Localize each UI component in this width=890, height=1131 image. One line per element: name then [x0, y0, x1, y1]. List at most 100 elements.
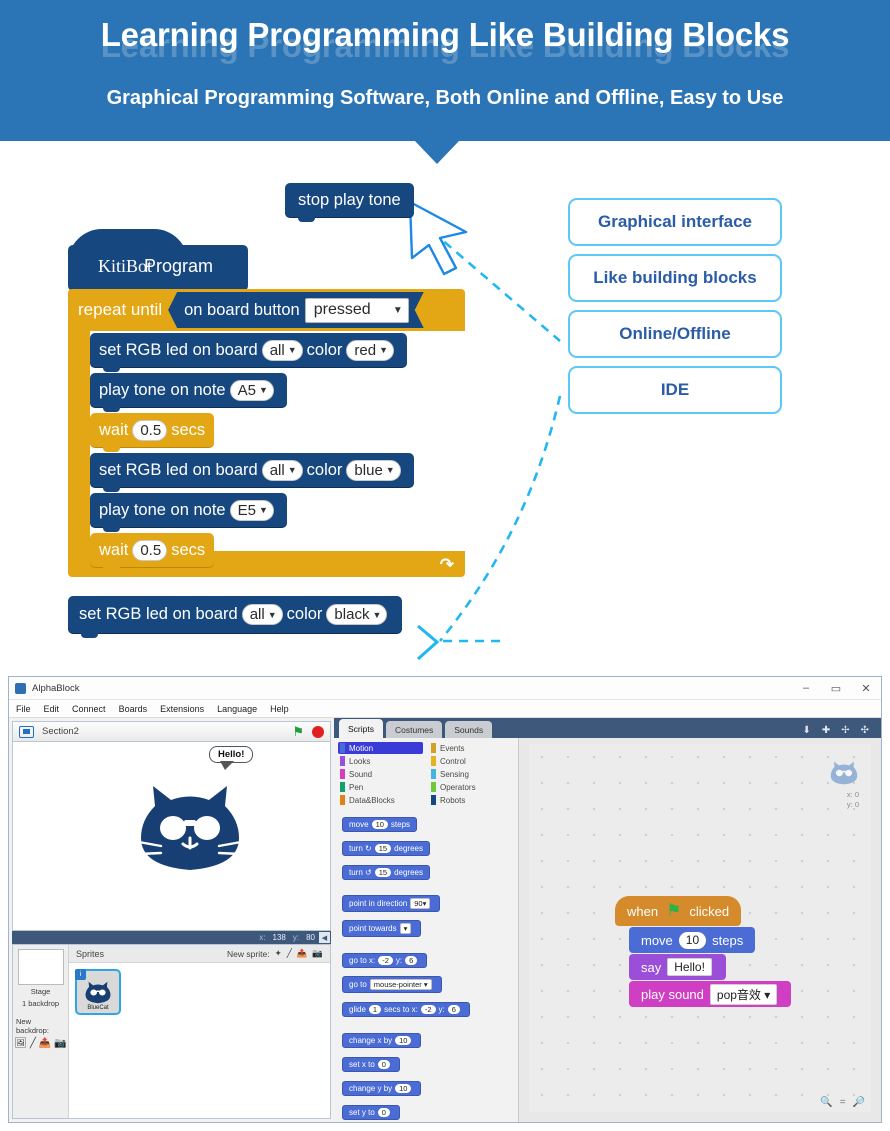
- palette-block[interactable]: go to x: -2 y: 6: [342, 953, 428, 968]
- block-input-oval[interactable]: 6: [447, 1005, 460, 1014]
- palette-block-list[interactable]: move 10 steps turn ↻ 15 degrees turn ↺ 15 degree…: [334, 808, 518, 1122]
- palette-block[interactable]: set x to 0: [342, 1057, 400, 1072]
- block-set-rgb-black[interactable]: set RGB led on board all ▼ color black ▼: [68, 596, 403, 638]
- block-set-rgb-blue[interactable]: set RGB led on board all ▼ color blue ▼: [90, 453, 414, 492]
- script-workspace[interactable]: when ⚑ clicked move 10 steps say Hello! play sou…: [519, 738, 881, 1122]
- workspace-block[interactable]: move 10 steps: [629, 927, 756, 953]
- menu-item-connect[interactable]: Connect: [72, 704, 106, 714]
- backdrop-thumbnail[interactable]: [17, 949, 64, 985]
- brush-icon[interactable]: ╱: [30, 1038, 36, 1049]
- block-input-oval[interactable]: 10: [371, 820, 388, 829]
- sprite-info-badge[interactable]: i: [75, 969, 86, 980]
- palette-block[interactable]: go to mouse-pointer ▾: [342, 976, 442, 993]
- category-looks[interactable]: Looks: [338, 755, 423, 767]
- block-input-oval[interactable]: 0: [377, 1060, 390, 1069]
- tab-costumes[interactable]: Costumes: [385, 721, 443, 738]
- cut-icon[interactable]: ✚: [822, 725, 830, 736]
- palette-block[interactable]: point towards ▾: [342, 920, 422, 937]
- wand-icon[interactable]: ✦: [275, 948, 282, 959]
- block-dropdown[interactable]: 90▾: [410, 898, 431, 909]
- block-input-oval[interactable]: 15: [374, 844, 392, 853]
- block-input-oval[interactable]: 10: [678, 931, 707, 949]
- block-input-oval[interactable]: 10: [395, 1036, 412, 1045]
- minimize-button[interactable]: –: [791, 677, 821, 699]
- menu-item-edit[interactable]: Edit: [44, 704, 60, 714]
- category-sensing[interactable]: Sensing: [429, 768, 514, 780]
- camera-icon[interactable]: 📷: [54, 1038, 66, 1049]
- presentation-mode-icon[interactable]: [19, 725, 34, 738]
- workspace-block[interactable]: say Hello!: [629, 954, 726, 980]
- workspace-block[interactable]: play sound pop音效 ▾: [629, 981, 792, 1007]
- picture-icon[interactable]: 🖼: [14, 1038, 27, 1049]
- repeat-until-header[interactable]: repeat until on board button pressed ▼: [68, 289, 465, 331]
- sprite-tile-bluecat[interactable]: i BlueCat: [75, 969, 121, 1015]
- collapse-panel-arrow-icon[interactable]: ◀: [319, 932, 330, 943]
- rgb-target-dropdown[interactable]: all ▼: [261, 459, 303, 481]
- boolean-on-board-button[interactable]: on board button pressed ▼: [168, 292, 424, 328]
- palette-block[interactable]: move 10 steps: [342, 817, 418, 832]
- palette-block[interactable]: point in direction 90▾: [342, 895, 441, 912]
- block-set-rgb-red[interactable]: set RGB led on board all ▼ color red ▼: [90, 333, 408, 372]
- rgb-target-dropdown[interactable]: all ▼: [261, 339, 303, 361]
- close-button[interactable]: ✕: [851, 677, 881, 699]
- palette-block[interactable]: turn ↻ 15 degrees: [342, 841, 430, 856]
- zoom-in-icon[interactable]: 🔎: [853, 1097, 865, 1108]
- callout-like-building-blocks[interactable]: Like building blocks: [568, 254, 782, 302]
- tab-sounds[interactable]: Sounds: [445, 721, 493, 738]
- stamp-icon[interactable]: ⬇: [802, 725, 810, 736]
- palette-block[interactable]: change y by 10: [342, 1081, 422, 1096]
- green-flag-icon[interactable]: ⚑: [292, 725, 304, 738]
- palette-block[interactable]: change x by 10: [342, 1033, 422, 1048]
- wait-seconds-input[interactable]: 0.5: [132, 419, 168, 441]
- category-sound[interactable]: Sound: [338, 768, 423, 780]
- menu-item-language[interactable]: Language: [217, 704, 257, 714]
- block-input-oval[interactable]: 0: [377, 1108, 390, 1117]
- wait-seconds-input[interactable]: 0.5: [132, 539, 168, 561]
- stage-canvas[interactable]: Hello!: [12, 741, 331, 931]
- bluecat-sprite[interactable]: [135, 780, 245, 876]
- callout-graphical-interface[interactable]: Graphical interface: [568, 198, 782, 246]
- zoom-out-icon[interactable]: 🔍: [820, 1097, 832, 1108]
- block-play-tone-a5[interactable]: play tone on note A5 ▼: [90, 373, 287, 412]
- stop-button-icon[interactable]: [312, 725, 324, 738]
- block-input-oval[interactable]: 10: [395, 1084, 412, 1093]
- upload-icon[interactable]: 📤: [297, 948, 308, 959]
- category-pen[interactable]: Pen: [338, 781, 423, 793]
- tone-note-dropdown[interactable]: A5 ▼: [229, 379, 274, 401]
- block-input-oval[interactable]: 1: [368, 1005, 382, 1014]
- expand-icon[interactable]: ✢: [841, 725, 849, 736]
- block-input-oval[interactable]: 6: [405, 956, 418, 965]
- rgb-target-dropdown[interactable]: all ▼: [241, 604, 283, 625]
- block-wait-05-second[interactable]: wait 0.5 secs: [90, 533, 215, 572]
- block-stop-play-tone[interactable]: stop play tone: [285, 183, 414, 222]
- palette-block[interactable]: set y to 0: [342, 1105, 400, 1120]
- shrink-icon[interactable]: ✣: [861, 725, 869, 736]
- palette-block[interactable]: glide 1 secs to x: -2 y: 6: [342, 1002, 470, 1017]
- block-text-field[interactable]: Hello!: [667, 958, 712, 976]
- tab-scripts[interactable]: Scripts: [339, 719, 383, 738]
- category-data-blocks[interactable]: Data&Blocks: [338, 794, 423, 806]
- callout-online-offline[interactable]: Online/Offline: [568, 310, 782, 358]
- block-input-oval[interactable]: -2: [420, 1005, 436, 1014]
- rgb-color-dropdown[interactable]: black ▼: [326, 604, 388, 625]
- palette-block[interactable]: turn ↺ 15 degrees: [342, 865, 430, 880]
- menu-item-boards[interactable]: Boards: [119, 704, 148, 714]
- category-events[interactable]: Events: [429, 742, 514, 754]
- menu-item-extensions[interactable]: Extensions: [160, 704, 204, 714]
- workspace-block[interactable]: when ⚑ clicked: [615, 896, 742, 926]
- menu-item-help[interactable]: Help: [270, 704, 289, 714]
- block-wait-05-first[interactable]: wait 0.5 secs: [90, 413, 215, 452]
- block-input-oval[interactable]: 15: [374, 868, 392, 877]
- on-board-button-state-dropdown[interactable]: pressed ▼: [305, 298, 409, 323]
- block-text-field[interactable]: pop音效 ▾: [709, 983, 778, 1005]
- category-motion[interactable]: Motion: [338, 742, 423, 754]
- category-robots[interactable]: Robots: [429, 794, 514, 806]
- menu-item-file[interactable]: File: [16, 704, 31, 714]
- block-input-oval[interactable]: -2: [378, 956, 393, 965]
- block-dropdown[interactable]: mouse-pointer ▾: [369, 979, 432, 990]
- zoom-reset-icon[interactable]: =: [840, 1097, 846, 1108]
- category-control[interactable]: Control: [429, 755, 514, 767]
- tone-note-dropdown[interactable]: E5 ▼: [229, 499, 274, 521]
- block-kitibot-program-hat[interactable]: KitiBotProgram: [68, 229, 248, 291]
- maximize-button[interactable]: ▭: [821, 677, 851, 699]
